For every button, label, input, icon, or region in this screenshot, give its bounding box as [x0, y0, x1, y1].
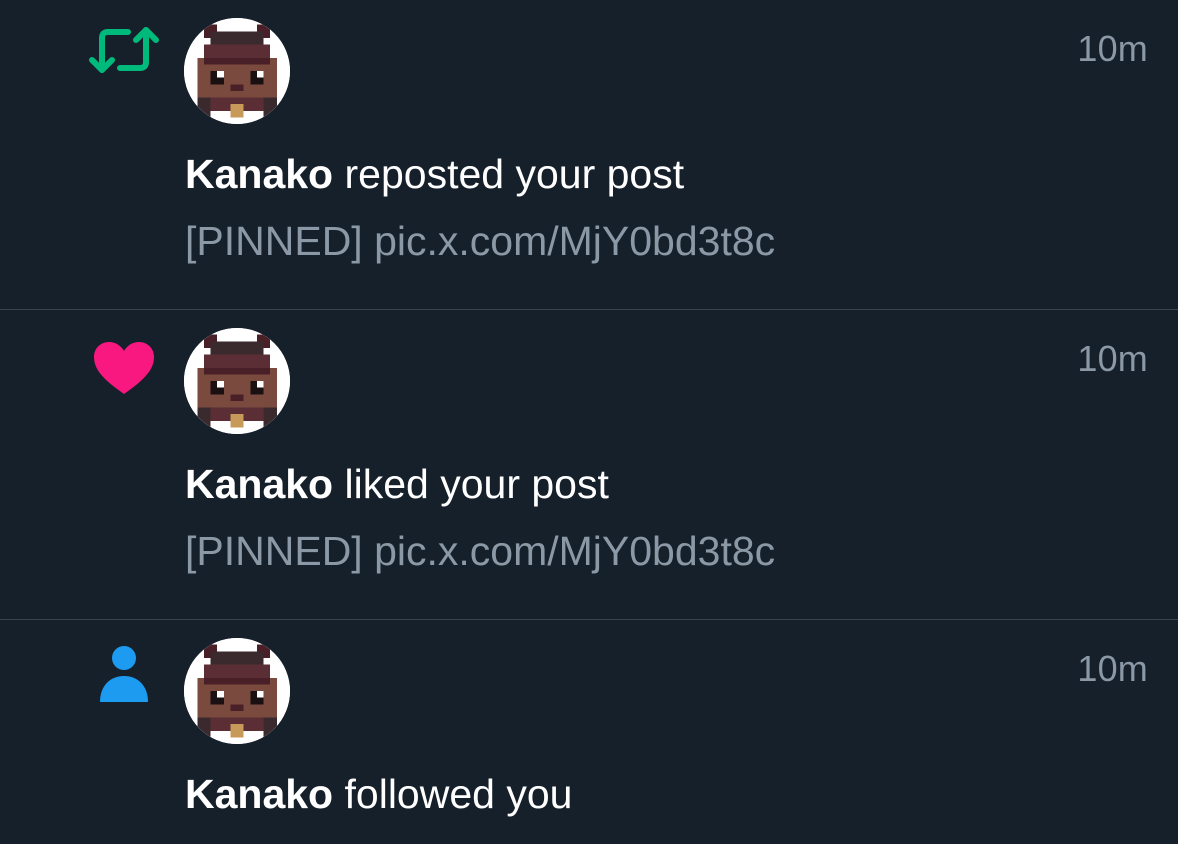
user-name[interactable]: Kanako — [185, 151, 333, 197]
notification-headline: Kanako reposted your post — [185, 150, 684, 198]
notification-item-repost[interactable]: 10m Kanako reposted your post [PINNED] p… — [0, 0, 1178, 310]
notification-item-like[interactable]: 10m Kanako liked your post [PINNED] pic.… — [0, 310, 1178, 620]
notification-action: followed you — [344, 771, 573, 817]
post-snippet[interactable]: [PINNED] pic.x.com/MjY0bd3t8c — [185, 527, 775, 575]
notifications-feed: 10m Kanako reposted your post [PINNED] p… — [0, 0, 1178, 844]
avatar[interactable] — [184, 328, 290, 434]
notification-headline: Kanako followed you — [185, 770, 572, 818]
avatar[interactable] — [184, 638, 290, 744]
notification-action: liked your post — [344, 461, 609, 507]
notification-headline: Kanako liked your post — [185, 460, 609, 508]
user-name[interactable]: Kanako — [185, 461, 333, 507]
person-icon — [88, 644, 160, 708]
heart-icon — [88, 334, 160, 398]
repost-icon — [88, 24, 160, 88]
notification-time: 10m — [1077, 648, 1148, 689]
notification-action: reposted your post — [344, 151, 685, 197]
post-snippet[interactable]: [PINNED] pic.x.com/MjY0bd3t8c — [185, 217, 775, 265]
notification-time: 10m — [1077, 28, 1148, 69]
notification-time: 10m — [1077, 338, 1148, 379]
user-name[interactable]: Kanako — [185, 771, 333, 817]
notification-item-follow[interactable]: 10m Kanako followed you — [0, 620, 1178, 842]
avatar[interactable] — [184, 18, 290, 124]
